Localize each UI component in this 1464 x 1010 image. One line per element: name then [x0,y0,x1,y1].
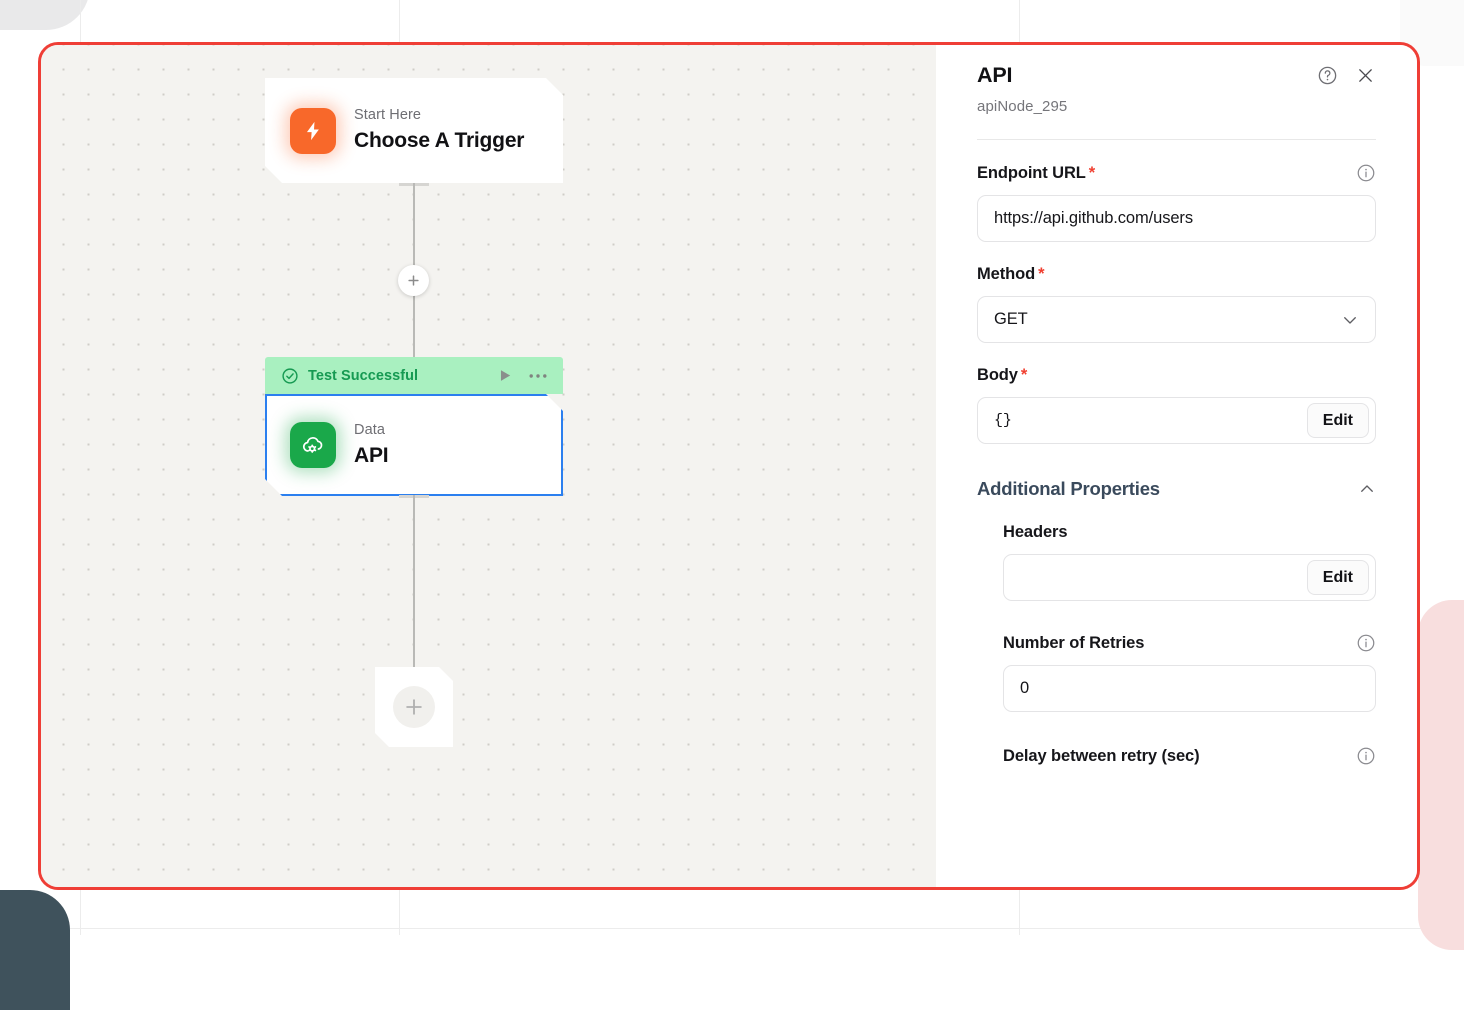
body-value: {} [994,412,1307,429]
api-node-status-label: Test Successful [308,368,487,384]
api-node-body[interactable]: Data API [265,394,563,496]
add-node-circle [393,686,435,728]
number-of-retries-label: Number of Retries [1003,634,1144,653]
background-gridline [0,928,1464,929]
number-of-retries-value: 0 [1020,679,1359,698]
node-properties-panel: API apiNode_295 [936,45,1417,887]
endpoint-url-value: https://api.github.com/users [994,209,1359,228]
trigger-node[interactable]: Start Here Choose A Trigger [265,78,563,183]
api-node-title: API [354,442,388,469]
field-number-of-retries: Number of Retries 0 [1003,633,1376,712]
info-icon[interactable] [1356,746,1376,766]
background-decoration-right [1418,600,1464,950]
info-icon[interactable] [1356,163,1376,183]
background-decoration-bottom-left [0,890,70,1010]
ellipsis-icon[interactable] [529,373,547,379]
panel-header-actions [1317,65,1376,86]
field-body: Body* {} Edit [977,366,1376,444]
panel-node-id: apiNode_295 [977,98,1376,115]
headers-edit-button[interactable]: Edit [1307,560,1369,595]
additional-properties-body: Headers Edit Number of Retries [977,523,1376,766]
method-value: GET [994,310,1341,329]
required-marker: * [1021,366,1027,384]
field-method: Method* GET [977,265,1376,343]
trigger-node-eyebrow: Start Here [354,106,524,124]
body-input[interactable]: {} Edit [977,397,1376,444]
api-node-status-banner: Test Successful [265,357,563,394]
field-headers: Headers Edit [1003,523,1376,601]
info-icon[interactable] [1356,633,1376,653]
field-endpoint-url: Endpoint URL* https://api.github.com/use… [977,163,1376,242]
trigger-node-text: Start Here Choose A Trigger [354,106,524,154]
close-icon[interactable] [1355,65,1376,86]
field-delay-between-retry: Delay between retry (sec) [1003,746,1376,766]
panel-divider [977,139,1376,140]
headers-input[interactable]: Edit [1003,554,1376,601]
chevron-down-icon[interactable] [1341,311,1359,329]
add-step-inline-button[interactable] [398,265,429,296]
check-circle-icon [281,367,299,385]
api-node[interactable]: Test Successful [265,357,563,496]
api-node-eyebrow: Data [354,421,388,439]
trigger-node-title: Choose A Trigger [354,127,524,154]
endpoint-url-label: Endpoint URL* [977,164,1095,183]
body-label: Body* [977,366,1027,385]
chevron-up-icon[interactable] [1358,480,1376,498]
method-label: Method* [977,265,1044,284]
required-marker: * [1089,164,1095,182]
method-select[interactable]: GET [977,296,1376,343]
workflow-editor-frame: Start Here Choose A Trigger Test Success… [38,42,1420,890]
background-decoration-top-left [0,0,90,30]
api-node-text: Data API [354,421,388,469]
number-of-retries-input[interactable]: 0 [1003,665,1376,712]
workflow-canvas[interactable]: Start Here Choose A Trigger Test Success… [41,45,936,887]
add-node-button[interactable] [375,667,453,747]
additional-properties-toggle[interactable]: Additional Properties [977,478,1376,500]
delay-between-retry-label: Delay between retry (sec) [1003,747,1200,766]
required-marker: * [1038,265,1044,283]
cloud-gear-icon [290,422,336,468]
headers-label: Headers [1003,523,1376,542]
question-circle-icon[interactable] [1317,65,1338,86]
play-icon[interactable] [496,367,513,384]
lightning-bolt-icon [290,108,336,154]
body-edit-button[interactable]: Edit [1307,403,1369,438]
endpoint-url-input[interactable]: https://api.github.com/users [977,195,1376,242]
additional-properties-title: Additional Properties [977,478,1160,500]
panel-header: API apiNode_295 [977,45,1376,140]
